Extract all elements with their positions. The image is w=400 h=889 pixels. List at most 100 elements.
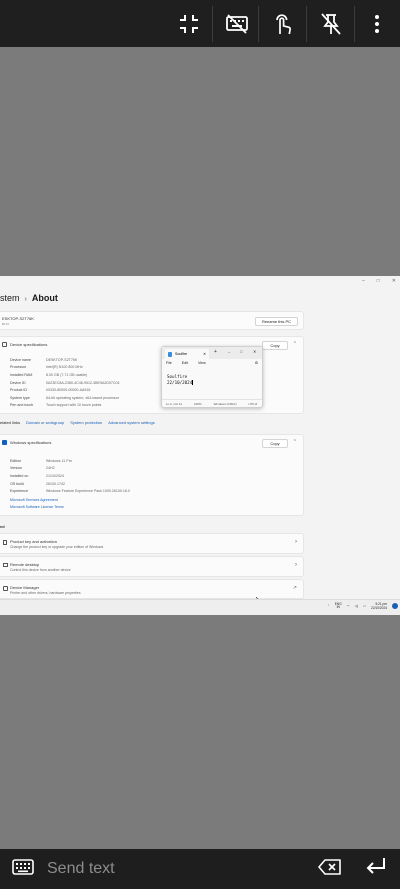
spec-row: Installed on 21/10/2024 — [10, 472, 130, 480]
spec-value: 26100.1742 — [46, 481, 65, 486]
minimize-icon[interactable]: – — [228, 349, 230, 354]
license-terms-link[interactable]: Microsoft Software License Terms — [10, 505, 64, 509]
spec-value: 8.00 GB (7.71 GB usable) — [46, 372, 88, 377]
chevron-up-icon[interactable]: ⌃ — [327, 604, 330, 608]
notepad-tab-title: Soulfire — [175, 352, 188, 356]
breadcrumb-system[interactable]: stem — [0, 293, 20, 303]
remote-desktop-view[interactable]: – □ ✕ stem › About ESKTOP-S2T76K Pc N Rena… — [0, 276, 400, 615]
clock-date: 22/10/2024 — [371, 606, 387, 611]
copy-device-specs-button[interactable]: Copy — [262, 341, 288, 350]
related-links: elated links Domain or workgroup System … — [0, 420, 155, 425]
menu-edit[interactable]: Edit — [182, 361, 188, 365]
notepad-statusbar: Ln 2, Col 11 100% Windows (CRLF) UTF-8 — [162, 399, 262, 407]
close-icon[interactable]: ✕ — [253, 349, 256, 354]
tab-close-icon[interactable]: ✕ — [203, 352, 206, 356]
remote-desktop-icon — [3, 563, 8, 567]
spec-key: Experience — [10, 489, 28, 494]
send-text-input[interactable]: Send text — [47, 860, 115, 878]
battery-icon[interactable]: ▭ — [363, 604, 366, 608]
spec-key: System type — [10, 395, 30, 400]
notepad-tab[interactable]: Soulfire ✕ — [165, 349, 209, 359]
services-agreement-link[interactable]: Microsoft Services Agreement — [10, 498, 58, 502]
device-manager-subtitle: Printer and other drivers, hardware prop… — [10, 591, 81, 595]
notepad-text-area[interactable]: Soulfire 22/10/2024 — [167, 374, 196, 385]
taskbar-clock[interactable]: 5:21 pm 22/10/2024 — [371, 602, 387, 610]
spec-row: Edition Windows 11 Pro — [10, 457, 130, 465]
language-line-2: IN — [336, 605, 340, 610]
spec-row: Processor Intel(R) N100 800 MHz — [10, 364, 120, 372]
system-tray: ⌃ ENG IN ◠ ◁) ▭ 5:21 pm 22/10/2024 — [327, 602, 398, 610]
advanced-system-settings-link[interactable]: Advanced system settings — [108, 420, 154, 425]
spec-value: DESKTOP-S2T76K — [46, 357, 78, 362]
close-button[interactable]: ✕ — [392, 278, 396, 284]
toolbar-divider — [212, 6, 213, 42]
spec-key: OS build — [10, 481, 24, 486]
more-options-button[interactable] — [354, 0, 400, 47]
spec-row: Version 24H2 — [10, 465, 130, 473]
spec-row: System type 64-bit operating system, x64-… — [10, 394, 120, 402]
product-key-title: Product key and activation — [10, 539, 57, 544]
chevron-up-icon[interactable]: ⌃ — [293, 439, 297, 445]
spec-row: Pen and touch Touch support with 10 touch… — [10, 402, 120, 410]
minimize-button[interactable]: – — [362, 278, 365, 284]
unpin-toolbar-button[interactable] — [308, 0, 354, 47]
spec-key: Installed on — [10, 473, 29, 478]
copy-windows-specs-button[interactable]: Copy — [262, 439, 288, 448]
keyboard-toggle-button[interactable] — [214, 0, 260, 47]
speaker-icon[interactable]: ◁) — [355, 604, 359, 608]
language-indicator[interactable]: ENG IN — [335, 602, 342, 610]
unpin-icon — [321, 12, 341, 35]
system-protection-link[interactable]: System protection — [70, 420, 102, 425]
gear-icon[interactable]: ⚙ — [255, 361, 258, 365]
menu-file[interactable]: File — [166, 361, 172, 365]
remote-desktop-item[interactable]: Remote desktop Control this device from … — [0, 556, 304, 577]
notepad-line-2: 22/10/2024 — [167, 379, 193, 385]
status-line-ending: Windows (CRLF) — [213, 401, 237, 406]
spec-value: 21/10/2024 — [46, 473, 64, 478]
notepad-tabbar: Soulfire ✕ + – □ ✕ — [162, 347, 262, 359]
remote-desktop-subtitle: Control this device from another device — [10, 568, 71, 572]
exit-fullscreen-button[interactable] — [166, 0, 212, 47]
remote-toolbar — [0, 0, 400, 47]
spec-value: Touch support with 10 touch points — [46, 403, 102, 408]
settings-titlebar: – □ ✕ — [0, 276, 400, 288]
spec-row: Experience Windows Feature Experience Pac… — [10, 487, 130, 495]
backspace-icon[interactable] — [318, 858, 342, 876]
spec-value: 0A23EC8A-2380-4C46-9512-3BE5A2D07C04 — [46, 380, 120, 385]
remote-desktop-title: Remote desktop — [10, 562, 40, 567]
chevron-up-icon[interactable]: ⌃ — [293, 341, 297, 347]
keyboard-icon[interactable] — [12, 859, 34, 875]
spec-row: Product ID 00330-80000-00000-AA918 — [10, 386, 120, 394]
status-encoding: UTF-8 — [248, 401, 258, 406]
spec-value: 24H2 — [46, 466, 55, 471]
windows-specs-card: Windows specifications Copy ⌃ Edition Win… — [0, 434, 304, 516]
send-text-bar: Send text — [0, 849, 400, 889]
device-manager-item[interactable]: Device Manager Printer and other drivers… — [0, 579, 304, 599]
domain-workgroup-link[interactable]: Domain or workgroup — [26, 420, 64, 425]
maximize-button[interactable]: □ — [377, 278, 380, 284]
windows-taskbar: ⌃ ENG IN ◠ ◁) ▭ 5:21 pm 22/10/2024 — [0, 599, 400, 615]
spec-value: Windows 11 Pro — [46, 458, 72, 463]
touch-mode-icon — [276, 13, 291, 34]
more-vert-icon — [375, 14, 379, 33]
windows-specs-title: Windows specifications — [10, 440, 52, 445]
exit-fullscreen-icon — [180, 14, 198, 33]
wifi-icon[interactable]: ◠ — [347, 604, 350, 608]
touch-mode-button[interactable] — [260, 0, 306, 47]
maximize-icon[interactable]: □ — [240, 349, 242, 354]
notepad-window[interactable]: Soulfire ✕ + – □ ✕ File Edit View ⚙ Soul… — [161, 346, 263, 408]
notification-icon[interactable] — [392, 603, 398, 610]
toolbar-divider — [258, 6, 259, 42]
enter-icon[interactable] — [364, 855, 388, 879]
notepad-menu: File Edit View ⚙ — [162, 359, 262, 367]
breadcrumb: stem › About — [0, 293, 58, 303]
spec-key: Version — [10, 466, 22, 471]
page-title: About — [31, 293, 58, 303]
new-tab-icon[interactable]: + — [214, 349, 217, 355]
menu-view[interactable]: View — [198, 361, 206, 365]
chevron-right-icon: › — [295, 539, 297, 545]
device-header-card: ESKTOP-S2T76K Pc N Rename this PC — [0, 311, 304, 330]
spec-key: Pen and touch — [10, 403, 34, 408]
product-key-item[interactable]: Product key and activation Change the pr… — [0, 533, 304, 554]
rename-pc-button[interactable]: Rename this PC — [255, 317, 298, 326]
